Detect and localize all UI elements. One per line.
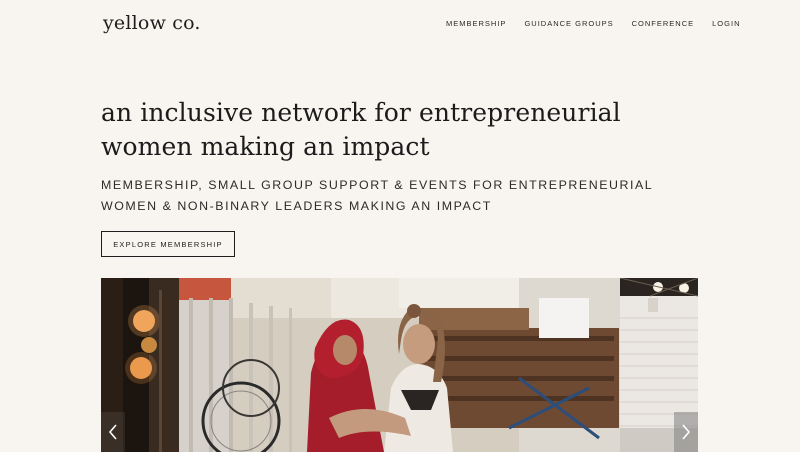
chevron-right-icon bbox=[682, 424, 691, 440]
hero-subhead: Membership, small group support & events… bbox=[101, 178, 653, 213]
carousel-prev-button[interactable] bbox=[101, 412, 125, 452]
nav-guidance-groups[interactable]: Guidance Groups bbox=[524, 19, 613, 28]
explore-membership-button[interactable]: Explore Membership bbox=[101, 231, 235, 257]
chevron-left-icon bbox=[108, 424, 117, 440]
nav-conference[interactable]: Conference bbox=[632, 19, 695, 28]
nav-membership[interactable]: Membership bbox=[446, 19, 506, 28]
women-with-bicycles-photo bbox=[179, 278, 620, 452]
hero-headline: an inclusive network for entrepreneurial… bbox=[101, 98, 621, 161]
carousel-next-button[interactable] bbox=[674, 412, 698, 452]
carousel-slide-active bbox=[179, 278, 620, 452]
image-carousel bbox=[101, 278, 698, 452]
logo[interactable]: yellow co. bbox=[103, 12, 201, 34]
main-nav: Membership Guidance Groups Conference Lo… bbox=[446, 19, 740, 28]
nav-login[interactable]: Login bbox=[712, 19, 740, 28]
